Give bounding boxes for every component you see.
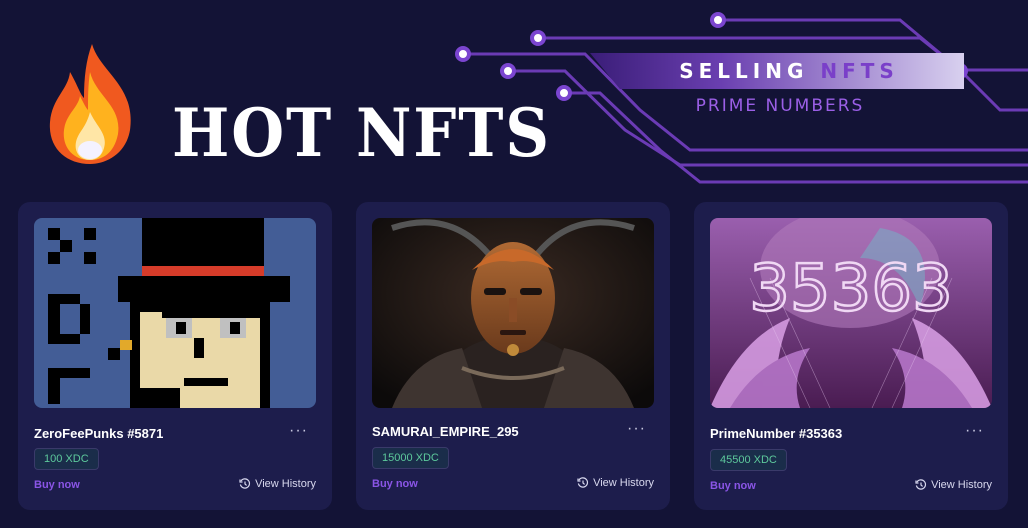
fire-emoji-icon: [49, 44, 131, 164]
view-history-label: View History: [255, 478, 316, 490]
buy-now-link[interactable]: Buy now: [34, 479, 80, 491]
nft-card[interactable]: ZeroFeePunks #5871 ··· 100 XDC Buy now V…: [18, 202, 332, 510]
view-history-label: View History: [931, 479, 992, 491]
history-clock-icon: [577, 477, 589, 488]
page-title: HOT NFTS: [172, 94, 551, 172]
more-options-icon[interactable]: ···: [627, 420, 646, 438]
more-options-icon[interactable]: ···: [965, 422, 984, 440]
nft-name[interactable]: ZeroFeePunks #5871: [34, 426, 163, 441]
view-history-link[interactable]: View History: [915, 479, 992, 491]
nft-image-zerofeepunks[interactable]: [34, 218, 316, 408]
view-history-link[interactable]: View History: [577, 477, 654, 489]
more-options-icon[interactable]: ···: [289, 422, 308, 440]
nft-card[interactable]: SAMURAI_EMPIRE_295 ··· 15000 XDC Buy now…: [356, 202, 670, 510]
price-badge: 15000 XDC: [372, 447, 449, 469]
banner-subtitle: PRIME NUMBERS: [695, 96, 865, 116]
view-history-link[interactable]: View History: [239, 478, 316, 490]
banner-main-word: SELLING: [679, 59, 809, 83]
buy-now-link[interactable]: Buy now: [372, 478, 418, 490]
nft-image-primenumber[interactable]: 35363: [710, 218, 992, 408]
nft-image-samurai[interactable]: [372, 218, 654, 408]
view-history-label: View History: [593, 477, 654, 489]
banner-main-text: SELLING NFTS: [679, 59, 899, 83]
selling-nfts-banner: SELLING NFTS: [590, 53, 964, 89]
history-clock-icon: [239, 478, 251, 489]
nft-name[interactable]: SAMURAI_EMPIRE_295: [372, 424, 519, 439]
price-badge: 45500 XDC: [710, 449, 787, 471]
price-badge: 100 XDC: [34, 448, 99, 470]
image-number-text: 35363: [749, 252, 953, 326]
nft-name[interactable]: PrimeNumber #35363: [710, 426, 842, 441]
nft-card[interactable]: 35363 PrimeNumber #35363 ··· 45500 XDC B…: [694, 202, 1008, 510]
history-clock-icon: [915, 479, 927, 490]
banner-accent-word: NFTS: [820, 59, 899, 83]
buy-now-link[interactable]: Buy now: [710, 480, 756, 492]
